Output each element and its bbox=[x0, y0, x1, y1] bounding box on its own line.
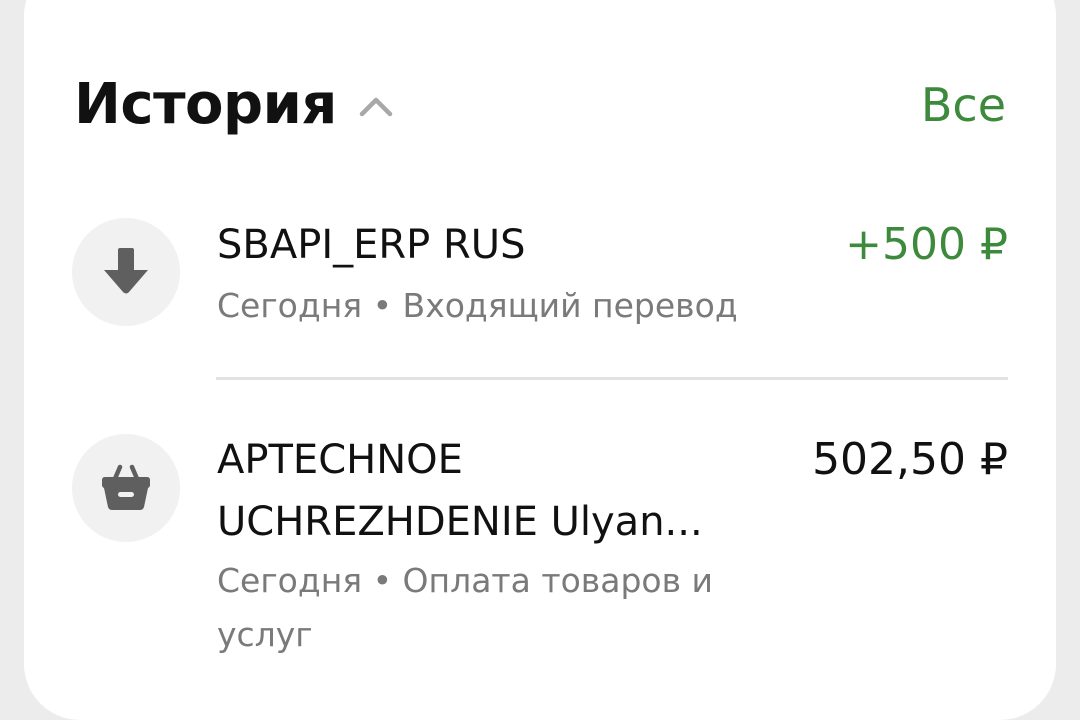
incoming-transfer-icon-badge bbox=[72, 218, 180, 326]
transaction-meta: Сегодня • Входящий перевод bbox=[217, 286, 738, 325]
transaction-meta-line1: Сегодня • Оплата товаров и bbox=[217, 561, 713, 600]
shopping-basket-icon bbox=[102, 464, 150, 510]
transaction-meta-line2: услуг bbox=[217, 615, 313, 654]
purchase-icon-badge bbox=[72, 434, 180, 542]
history-title[interactable]: История bbox=[74, 70, 337, 140]
transaction-amount: +500 ₽ bbox=[845, 219, 1008, 270]
transaction-merchant-name-line1: APTECHNOE bbox=[217, 437, 463, 483]
arrow-down-icon bbox=[104, 248, 148, 294]
transaction-item[interactable]: SBAPI_ERP RUS Сегодня • Входящий перевод… bbox=[72, 216, 1008, 366]
divider bbox=[216, 377, 1008, 380]
transaction-merchant-name: SBAPI_ERP RUS bbox=[217, 222, 526, 268]
chevron-up-icon[interactable] bbox=[358, 92, 394, 118]
transaction-merchant-name-line2: UCHREZHDENIE Ulyan... bbox=[217, 499, 703, 545]
history-header: История Все bbox=[74, 70, 1006, 140]
transaction-item[interactable]: APTECHNOE UCHREZHDENIE Ulyan... Сегодня … bbox=[72, 430, 1008, 670]
see-all-link[interactable]: Все bbox=[921, 70, 1006, 140]
transaction-amount: 502,50 ₽ bbox=[812, 434, 1008, 485]
